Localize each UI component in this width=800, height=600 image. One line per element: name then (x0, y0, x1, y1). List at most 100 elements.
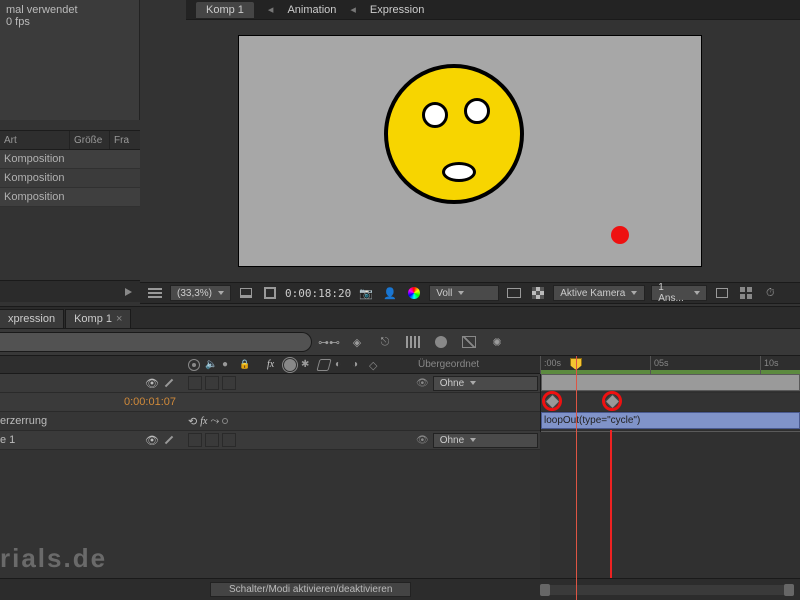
resolution-icon[interactable] (237, 285, 255, 301)
switch-slot[interactable] (205, 376, 219, 390)
color-wheel-icon[interactable] (405, 285, 423, 301)
project-row[interactable]: Komposition (0, 169, 140, 188)
zoom-dropdown[interactable]: (33,3%) (170, 285, 231, 301)
adjustment-header-icon[interactable]: ◑ (352, 359, 364, 371)
keyframe-icon[interactable] (545, 394, 561, 410)
grid-icon[interactable] (737, 285, 755, 301)
property-timecode[interactable]: 0:00:01:07 (0, 396, 184, 408)
reset-icon[interactable]: ⟲ (188, 415, 197, 428)
zoom-slider-handle[interactable] (784, 584, 794, 596)
parent-dropdown[interactable]: Ohne (433, 433, 538, 448)
screen-icon[interactable] (713, 285, 731, 301)
col-art[interactable]: Art (0, 131, 70, 149)
timeline-search-input[interactable] (0, 332, 312, 352)
close-icon[interactable]: × (116, 313, 122, 325)
project-info: mal verwendet 0 fps (0, 0, 140, 120)
reel-icon[interactable] (505, 285, 523, 301)
pickwhip-icon[interactable] (416, 377, 429, 389)
visibility-header-icon[interactable] (188, 359, 200, 371)
lock-header-icon[interactable] (239, 359, 251, 371)
brainstorm-icon[interactable]: ✺ (488, 333, 506, 351)
breadcrumb-expression[interactable]: Expression (370, 4, 424, 16)
preview-timecode[interactable]: 0:00:18:20 (285, 287, 351, 300)
cube-icon[interactable]: ◈ (348, 333, 366, 351)
parent-dropdown[interactable]: Ohne (433, 376, 538, 391)
shy-icon[interactable]: ⎋ (376, 333, 394, 351)
frameblend-icon[interactable] (404, 333, 422, 351)
views-count-dropdown[interactable]: 1 Ans... (651, 285, 707, 301)
smiley-shape (384, 64, 524, 204)
view-dropdown[interactable]: Aktive Kamera (553, 285, 645, 301)
motionblur-icon[interactable] (432, 333, 450, 351)
crop-icon[interactable] (261, 285, 279, 301)
fx-icon[interactable]: fx (200, 416, 207, 427)
person-icon[interactable] (381, 285, 399, 301)
timeline-zoom-slider[interactable] (540, 585, 794, 595)
switch-slot[interactable] (205, 433, 219, 447)
current-time-indicator-line[interactable] (576, 356, 577, 600)
visibility-icon[interactable]: 👁 (145, 433, 159, 447)
expression-pickwhip-icon[interactable]: ⤳ (210, 415, 219, 428)
hamburger-icon[interactable] (146, 285, 164, 301)
zoom-slider-handle[interactable] (540, 584, 550, 596)
parent-column-header: Übergeordnet (418, 359, 479, 370)
composition-preview[interactable] (140, 20, 800, 282)
property-row[interactable]: 0:00:01:07 (0, 393, 540, 412)
expression-bar[interactable]: loopOut(type="cycle") (541, 412, 800, 429)
pickwhip-icon[interactable] (416, 434, 429, 446)
motionblur-header-icon[interactable]: ◐ (335, 359, 347, 371)
fx-header-icon[interactable]: fx (267, 359, 279, 371)
layer-row[interactable]: 👁 Ohne (0, 374, 540, 393)
edit-icon[interactable] (162, 433, 176, 447)
switch-slot[interactable] (188, 433, 202, 447)
time-ruler[interactable]: :00s 05s 10s (540, 356, 800, 374)
expression-text[interactable]: loopOut(type="cycle") (544, 415, 640, 426)
timeline-tab-expression[interactable]: xpression (0, 309, 64, 328)
ruler-tick: 05s (650, 356, 669, 374)
project-row[interactable]: Komposition (0, 188, 140, 207)
col-fra[interactable]: Fra (110, 131, 138, 149)
snapshot-icon[interactable] (357, 285, 375, 301)
col-size[interactable]: Größe (70, 131, 110, 149)
layer-duration-bar[interactable] (541, 374, 800, 391)
frameblend-header-icon[interactable] (316, 359, 331, 371)
switch-slot[interactable] (222, 376, 236, 390)
layer-name[interactable]: erzerrung (0, 415, 47, 427)
collapse-header-icon[interactable]: ✱ (301, 359, 313, 371)
switches-modes-toggle[interactable]: Schalter/Modi aktivieren/deaktivieren (210, 582, 411, 597)
comp-tab[interactable]: Komp 1 (196, 2, 254, 18)
quality-header-icon[interactable] (284, 359, 296, 371)
layer-rows: 👁 Ohne 0:00:01:07 erzerrung ⟲ fx ⤳ e 1 (0, 374, 540, 450)
graph-icon[interactable] (460, 333, 478, 351)
track-row[interactable]: loopOut(type="cycle") (541, 412, 800, 431)
preview-canvas[interactable] (239, 36, 701, 266)
visibility-icon[interactable]: 👁 (145, 376, 159, 390)
layer-name[interactable]: e 1 (0, 434, 15, 446)
watermark-text: rials.de (0, 543, 107, 574)
project-row[interactable]: Komposition (0, 150, 140, 169)
timeline-tab-komp1[interactable]: Komp 1× (65, 309, 131, 328)
expression-toggle-icon[interactable] (222, 418, 228, 424)
edit-icon[interactable] (162, 376, 176, 390)
track-row[interactable] (541, 393, 800, 412)
switch-slot[interactable] (222, 433, 236, 447)
layer-row[interactable]: erzerrung ⟲ fx ⤳ (0, 412, 540, 431)
project-columns: Art Größe Fra (0, 130, 140, 150)
secondary-time-marker[interactable] (610, 430, 612, 578)
tracks-empty-area[interactable] (540, 432, 800, 578)
breadcrumb-animation[interactable]: Animation (287, 4, 336, 16)
keyframe-icon[interactable] (605, 394, 621, 410)
play-icon[interactable] (125, 288, 132, 296)
timer-icon[interactable]: ⏱ (761, 285, 779, 301)
audio-header-icon[interactable]: 🔈 (205, 359, 217, 371)
node-icon[interactable]: ⊶⊷ (320, 333, 338, 351)
resolution-dropdown[interactable]: Voll (429, 285, 499, 301)
track-row[interactable] (541, 374, 800, 393)
solo-header-icon[interactable]: ● (222, 359, 234, 371)
project-info-fps: 0 fps (6, 16, 133, 28)
transparency-grid-icon[interactable] (529, 285, 547, 301)
breadcrumb: Komp 1 ◂ Animation ◂ Expression (186, 0, 800, 20)
switch-slot[interactable] (188, 376, 202, 390)
layer-row[interactable]: e 1 👁 Ohne (0, 431, 540, 450)
3d-header-icon[interactable] (369, 359, 381, 371)
